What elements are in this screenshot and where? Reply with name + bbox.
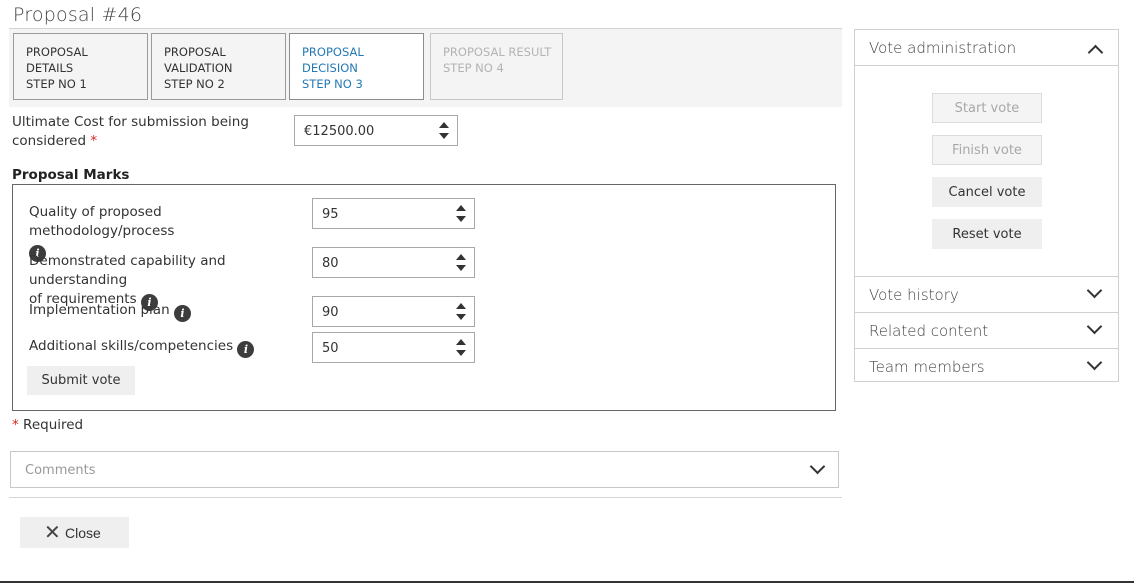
team-members-section[interactable]: Team members [855, 348, 1118, 384]
reset-vote-button[interactable]: Reset vote [932, 219, 1042, 249]
step-label-line: VALIDATION [164, 61, 233, 75]
step-proposal-decision[interactable]: PROPOSAL DECISION STEP NO 3 [289, 33, 424, 100]
step-label-line: PROPOSAL [164, 45, 226, 59]
step-label-line: STEP NO 3 [302, 77, 363, 91]
step-label-line: STEP NO 1 [26, 77, 87, 91]
spinner-arrows-icon[interactable] [456, 254, 466, 271]
cost-label-line2: considered [12, 133, 87, 149]
related-content-section[interactable]: Related content [855, 312, 1118, 348]
comments-label: Comments [25, 463, 96, 478]
vote-administration-header[interactable]: Vote administration [855, 30, 1118, 66]
spinner-arrows-icon[interactable] [456, 339, 466, 356]
required-asterisk: * [12, 417, 19, 433]
close-icon: ✕ [44, 522, 61, 544]
vote-administration-title: Vote administration [869, 39, 1017, 57]
mark-input-implementation[interactable]: 90 [312, 296, 475, 327]
info-icon[interactable]: i [173, 305, 191, 322]
step-label-line: DECISION [302, 61, 358, 75]
cost-label: Ultimate Cost for submission being consi… [12, 113, 282, 151]
step-label-line: STEP NO 2 [164, 77, 225, 91]
required-note: * Required [12, 417, 83, 433]
submit-vote-button[interactable]: Submit vote [27, 366, 135, 395]
mark-label-text: Demonstrated capability and understandin… [29, 253, 226, 288]
chevron-down-icon[interactable] [1086, 318, 1103, 335]
mark-input-capability[interactable]: 80 [312, 247, 475, 278]
step-label-line: STEP NO 4 [443, 61, 504, 75]
page-bottom-border [0, 581, 1134, 583]
mark-label-implementation: Implementation plan i [29, 301, 309, 322]
close-button[interactable]: ✕ Close [20, 517, 129, 548]
mark-value: 95 [322, 207, 339, 222]
cancel-vote-button[interactable]: Cancel vote [932, 177, 1042, 207]
chevron-down-icon[interactable] [809, 458, 826, 475]
mark-input-methodology[interactable]: 95 [312, 198, 475, 229]
required-note-text: Required [23, 417, 84, 433]
step-label-line: DETAILS [26, 61, 74, 75]
step-label-line: PROPOSAL [302, 45, 364, 59]
step-label-line: PROPOSAL [26, 45, 88, 59]
page-title: Proposal #46 [13, 4, 143, 26]
chevron-down-icon[interactable] [1086, 282, 1103, 299]
proposal-marks-heading: Proposal Marks [12, 167, 130, 183]
step-proposal-details[interactable]: PROPOSAL DETAILS STEP NO 1 [13, 33, 148, 100]
mark-value: 50 [322, 341, 339, 356]
vote-history-section[interactable]: Vote history [855, 276, 1118, 312]
required-asterisk: * [90, 133, 98, 149]
mark-label-skills: Additional skills/competencies i [29, 337, 309, 358]
close-label: Close [65, 525, 101, 541]
related-content-label: Related content [869, 322, 989, 340]
start-vote-button: Start vote [932, 93, 1042, 123]
step-proposal-validation[interactable]: PROPOSAL VALIDATION STEP NO 2 [151, 33, 286, 100]
mark-value: 80 [322, 256, 339, 271]
spinner-arrows-icon[interactable] [439, 122, 449, 139]
mark-label-text: Implementation plan [29, 302, 170, 318]
mark-label-text: Quality of proposed methodology/process [29, 204, 175, 239]
mark-value: 90 [322, 305, 339, 320]
chevron-up-icon[interactable] [1087, 44, 1104, 61]
vote-history-label: Vote history [869, 286, 959, 304]
comments-panel[interactable]: Comments [10, 451, 839, 488]
mark-input-skills[interactable]: 50 [312, 332, 475, 363]
spinner-arrows-icon[interactable] [456, 205, 466, 222]
step-label-line: PROPOSAL RESULT [443, 45, 552, 59]
cost-input[interactable]: €12500.00 [294, 115, 458, 146]
cost-label-line1: Ultimate Cost for submission being [12, 114, 249, 130]
section-divider [9, 497, 842, 498]
step-tabs: PROPOSAL DETAILS STEP NO 1 PROPOSAL VALI… [9, 29, 842, 107]
step-proposal-result: PROPOSAL RESULT STEP NO 4 [430, 33, 563, 100]
mark-label-text: Additional skills/competencies [29, 338, 234, 354]
team-members-label: Team members [869, 358, 985, 376]
chevron-down-icon[interactable] [1086, 354, 1103, 371]
cost-value: €12500.00 [304, 124, 375, 139]
info-icon[interactable]: i [237, 341, 255, 358]
spinner-arrows-icon[interactable] [456, 303, 466, 320]
finish-vote-button: Finish vote [932, 135, 1042, 165]
side-panel: Vote administration Start vote Finish vo… [854, 29, 1119, 382]
